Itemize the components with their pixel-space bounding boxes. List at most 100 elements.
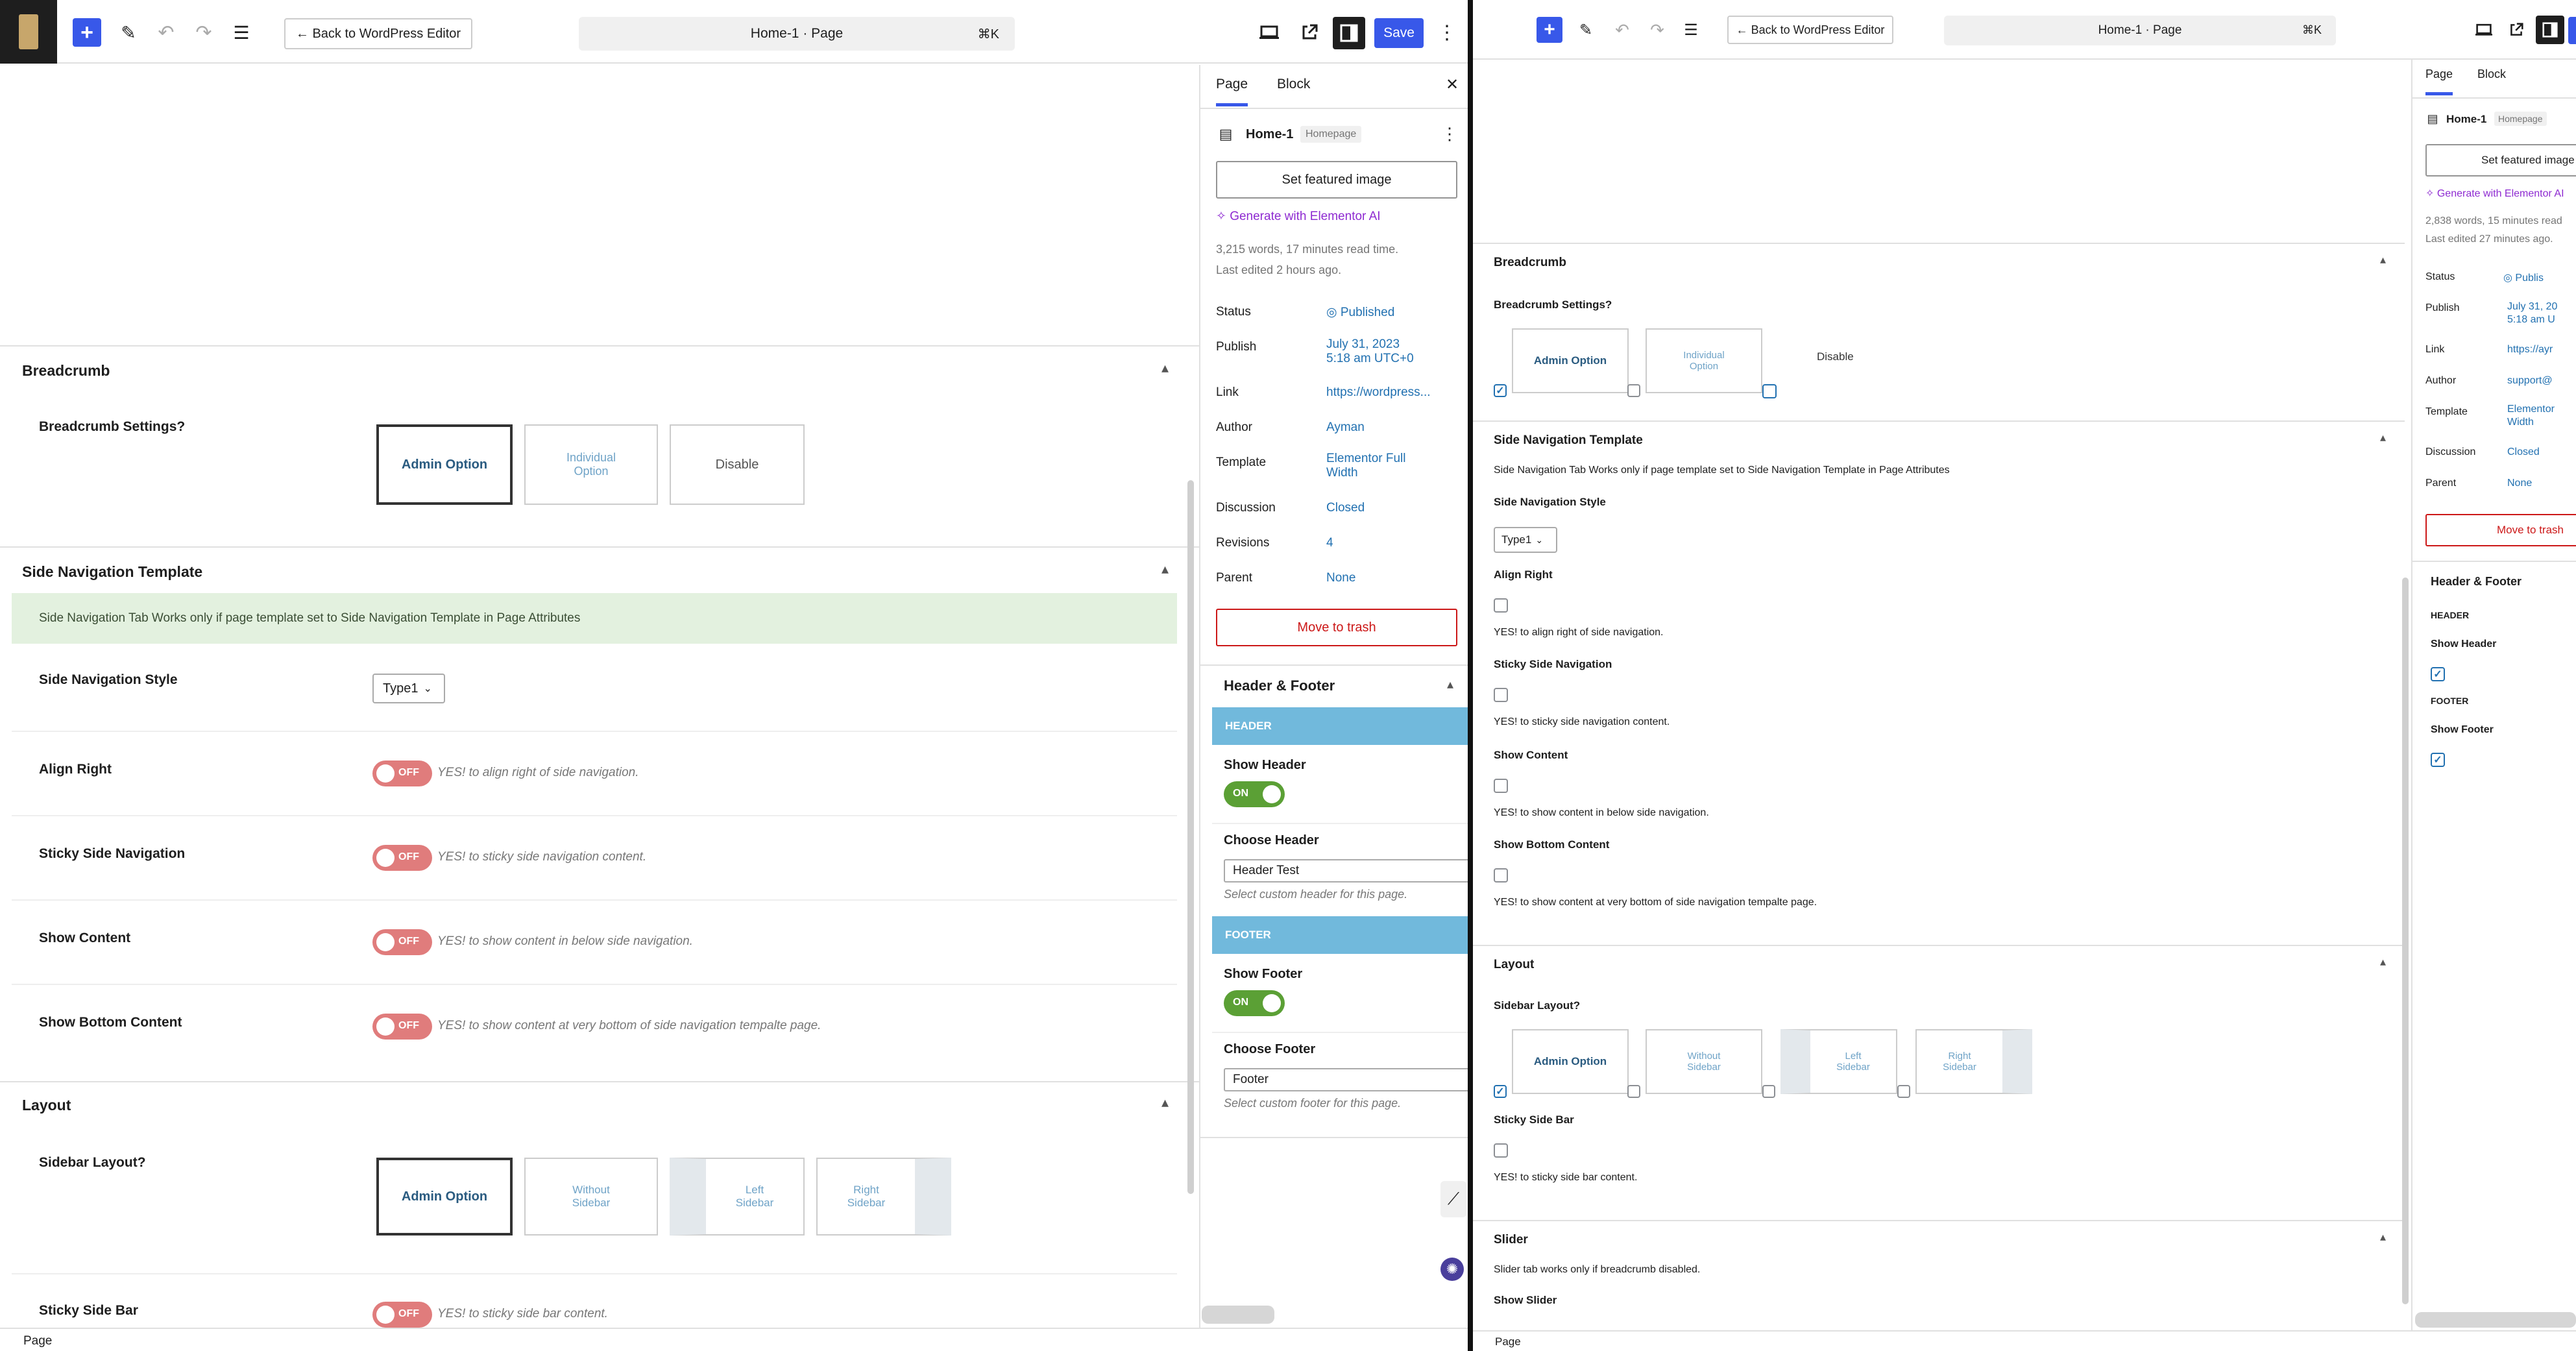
breadcrumb-individual-checkbox[interactable]: [1627, 384, 1640, 397]
breadcrumb-individual-option[interactable]: Individual Option: [1646, 328, 1762, 393]
save-button[interactable]: [2568, 17, 2576, 44]
list-view-icon[interactable]: ☰: [227, 18, 256, 47]
sidebar-scrollbar[interactable]: [1202, 1306, 1274, 1324]
sidebar-scrollbar[interactable]: [2415, 1312, 2576, 1328]
tab-block[interactable]: Block: [1277, 77, 1310, 92]
generate-with-ai-link[interactable]: ✧ Generate with Elementor AI: [1216, 209, 1381, 224]
close-icon[interactable]: ✕: [1439, 71, 1465, 97]
author-value[interactable]: Ayman: [1326, 420, 1365, 435]
collapse-icon[interactable]: ▴: [2380, 1230, 2386, 1244]
revisions-value[interactable]: 4: [1326, 536, 1333, 550]
layout-without-sidebar-option[interactable]: Without Sidebar: [524, 1158, 658, 1235]
breadcrumb-page[interactable]: Page: [23, 1334, 52, 1348]
publish-time[interactable]: 5:18 am UTC+0: [1326, 352, 1414, 366]
more-options-icon[interactable]: ⋮: [1434, 18, 1460, 47]
layout-right-sidebar-option[interactable]: Right Sidebar: [816, 1158, 951, 1235]
show-footer-checkbox[interactable]: ✓: [2431, 753, 2445, 767]
collapse-icon[interactable]: ▴: [1161, 561, 1169, 578]
collapse-icon[interactable]: ▴: [2380, 253, 2386, 267]
generate-with-ai-link[interactable]: ✧ Generate with Elementor AI: [2425, 187, 2564, 200]
undo-icon[interactable]: ↶: [1609, 17, 1635, 43]
external-link-icon[interactable]: [1295, 18, 1324, 47]
layout-admin-option[interactable]: Admin Option: [376, 1158, 513, 1235]
add-block-button[interactable]: +: [73, 18, 101, 47]
sticky-side-nav-checkbox[interactable]: [1494, 688, 1508, 702]
layout-left-sidebar-option[interactable]: Left Sidebar: [1780, 1029, 1897, 1094]
settings-sidebar-toggle-icon[interactable]: [2536, 16, 2564, 44]
layout-right-checkbox[interactable]: [1897, 1085, 1910, 1098]
layout-admin-option[interactable]: Admin Option: [1512, 1029, 1629, 1094]
collapse-icon[interactable]: ▴: [1447, 676, 1453, 692]
status-value[interactable]: ◎ Published: [1326, 305, 1394, 320]
show-header-checkbox[interactable]: ✓: [2431, 667, 2445, 681]
permalink-value[interactable]: https://ayr: [2507, 344, 2553, 356]
move-to-trash-button[interactable]: Move to trash: [2425, 514, 2576, 546]
layout-without-sidebar-option[interactable]: Without Sidebar: [1646, 1029, 1762, 1094]
add-block-button[interactable]: +: [1537, 17, 1562, 43]
template-value-line2[interactable]: Width: [2507, 417, 2534, 428]
author-value[interactable]: support@: [2507, 375, 2553, 387]
show-header-toggle[interactable]: ON: [1224, 781, 1285, 807]
side-nav-style-select[interactable]: Type1 ⌄: [372, 674, 445, 703]
content-scrollbar[interactable]: [2402, 578, 2409, 1304]
template-value-line2[interactable]: Width: [1326, 466, 1358, 480]
breadcrumb-disable-checkbox[interactable]: [1762, 384, 1777, 398]
tab-block[interactable]: Block: [2477, 67, 2506, 81]
collapse-icon[interactable]: ▴: [2380, 431, 2386, 444]
desktop-preview-icon[interactable]: [1255, 18, 1283, 47]
permalink-value[interactable]: https://wordpress...: [1326, 385, 1431, 400]
align-right-toggle[interactable]: OFF: [372, 761, 432, 786]
layout-admin-checkbox[interactable]: ✓: [1494, 1085, 1507, 1098]
layout-without-checkbox[interactable]: [1627, 1085, 1640, 1098]
settings-sidebar-toggle-icon[interactable]: [1333, 17, 1365, 49]
sticky-side-nav-toggle[interactable]: OFF: [372, 845, 432, 871]
breadcrumb-admin-option[interactable]: Admin Option: [376, 424, 513, 505]
pen-icon[interactable]: ✎: [114, 18, 143, 47]
save-button[interactable]: Save: [1374, 18, 1424, 48]
back-to-wordpress-button[interactable]: ← Back to WordPress Editor: [1727, 16, 1893, 44]
publish-date[interactable]: July 31, 20: [2507, 301, 2557, 313]
choose-header-select[interactable]: Header Test: [1224, 859, 1473, 882]
layout-left-sidebar-option[interactable]: Left Sidebar: [670, 1158, 805, 1235]
redo-icon[interactable]: ↷: [1644, 17, 1670, 43]
collapse-icon[interactable]: ▴: [1161, 1094, 1169, 1111]
site-logo[interactable]: [0, 0, 57, 64]
pen-icon[interactable]: ✎: [1573, 17, 1599, 43]
layout-right-sidebar-option[interactable]: Right Sidebar: [1915, 1029, 2032, 1094]
assistant-icon[interactable]: ✺: [1440, 1258, 1464, 1281]
back-to-wordpress-button[interactable]: ← Back to WordPress Editor: [284, 18, 472, 49]
publish-time[interactable]: 5:18 am U: [2507, 314, 2555, 326]
redo-icon[interactable]: ↷: [189, 18, 218, 47]
parent-value[interactable]: None: [1326, 571, 1355, 585]
set-featured-image-button[interactable]: Set featured image: [1216, 161, 1457, 199]
collapse-icon[interactable]: ▴: [1161, 359, 1169, 376]
show-bottom-content-checkbox[interactable]: [1494, 868, 1508, 882]
choose-footer-select[interactable]: Footer: [1224, 1068, 1473, 1091]
show-content-checkbox[interactable]: [1494, 779, 1508, 793]
discussion-value[interactable]: Closed: [2507, 446, 2540, 458]
move-to-trash-button[interactable]: Move to trash: [1216, 609, 1457, 646]
sticky-side-bar-checkbox[interactable]: [1494, 1143, 1508, 1158]
breadcrumb-individual-option[interactable]: Individual Option: [524, 424, 658, 505]
template-value-line1[interactable]: Elementor Full: [1326, 452, 1406, 466]
tab-page[interactable]: Page: [1216, 77, 1248, 106]
tab-page[interactable]: Page: [2425, 67, 2453, 95]
align-right-checkbox[interactable]: [1494, 598, 1508, 613]
command-bar[interactable]: Home-1 · Page ⌘K: [1944, 16, 2336, 45]
layout-left-checkbox[interactable]: [1762, 1085, 1775, 1098]
parent-value[interactable]: None: [2507, 478, 2532, 489]
more-options-icon[interactable]: ⋮: [1438, 122, 1461, 145]
show-content-toggle[interactable]: OFF: [372, 929, 432, 955]
template-value-line1[interactable]: Elementor: [2507, 404, 2555, 415]
publish-date[interactable]: July 31, 2023: [1326, 337, 1400, 352]
sticky-side-bar-toggle[interactable]: OFF: [372, 1302, 432, 1328]
status-value[interactable]: ◎ Publis: [2503, 271, 2544, 284]
collapse-panel-icon[interactable]: ⟋: [1440, 1181, 1466, 1217]
breadcrumb-page[interactable]: Page: [1495, 1335, 1521, 1348]
collapse-icon[interactable]: ▴: [2380, 955, 2386, 969]
side-nav-style-select[interactable]: Type1 ⌄: [1494, 527, 1557, 553]
desktop-preview-icon[interactable]: [2472, 17, 2496, 43]
set-featured-image-button[interactable]: Set featured image: [2425, 144, 2576, 176]
breadcrumb-disable-option[interactable]: Disable: [670, 424, 805, 505]
external-link-icon[interactable]: [2505, 17, 2528, 43]
